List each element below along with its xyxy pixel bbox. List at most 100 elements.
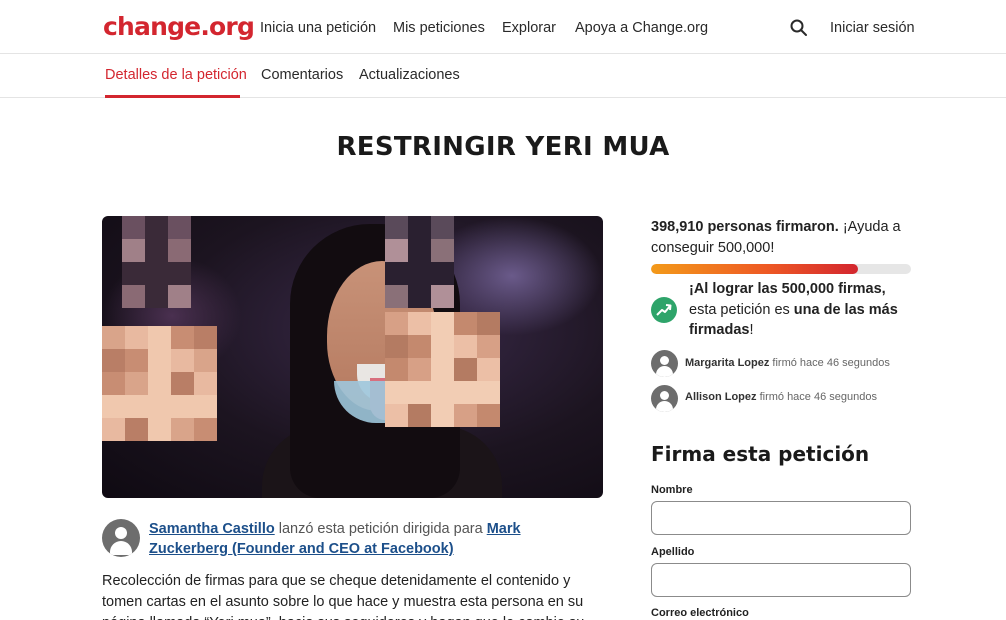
pixelated-hand-block [385,262,408,285]
search-icon[interactable] [790,19,808,37]
pixelated-hand-block [408,312,431,335]
pixelated-hand-block [408,381,431,404]
pixelated-hand-block [122,239,145,262]
pixelated-hand-block [431,262,454,285]
pixelated-hand-block [125,418,148,441]
pixelated-hand-block [385,404,408,427]
pixelated-hand-block [171,326,194,349]
pixelated-hand-block [408,239,431,262]
nav-my-petitions[interactable]: Mis peticiones [393,20,485,36]
starter-text: lanzó esta petición dirigida para [278,521,483,537]
petition-photo [102,216,603,498]
pixelated-hand-block [408,285,431,308]
pixelated-hand-block [431,381,454,404]
pixelated-hand-block [102,349,125,372]
pixelated-hand-block [385,335,408,358]
recent-signer: Allison Lopez firmó hace 46 segundos [685,391,877,403]
pixelated-hand-block [385,239,408,262]
signer-avatar [651,385,678,412]
recent-signer: Margarita Lopez firmó hace 46 segundos [685,357,890,369]
pixelated-hand-block [122,216,145,239]
petition-title: RESTRINGIR YERI MUA [336,132,670,162]
pixelated-hand-block [194,326,217,349]
pixelated-hand-block [194,372,217,395]
pixelated-hand-block [477,358,500,381]
pixelated-hand-block [431,216,454,239]
pixelated-hand-block [168,262,191,285]
nav-explore[interactable]: Explorar [502,20,556,36]
pixelated-hand-block [194,395,217,418]
pixelated-hand-block [408,335,431,358]
pixelated-hand-block [431,285,454,308]
pixelated-hand-block [454,358,477,381]
signature-count-number: 398,910 personas firmaron. [651,219,839,235]
pixelated-hand-block [168,239,191,262]
pixelated-hand-block [477,335,500,358]
pixelated-hand-block [385,312,408,335]
pixelated-hand-block [194,418,217,441]
pixelated-hand-block [171,418,194,441]
pixelated-hand-block [102,395,125,418]
pixelated-hand-block [125,326,148,349]
pixelated-hand-block [168,216,191,239]
top-header: change.org Inicia una petición Mis petic… [0,0,1006,54]
first-name-field[interactable] [651,501,911,535]
pixelated-hand-block [148,395,171,418]
trend-middle-text: esta petición es [689,301,790,318]
signature-progress-bar [651,264,911,274]
pixelated-hand-block [145,262,168,285]
first-name-label: Nombre [651,484,693,496]
pixelated-hand-block [122,285,145,308]
last-name-field[interactable] [651,563,911,597]
pixelated-hand-block [477,404,500,427]
pixelated-hand-block [148,326,171,349]
signature-count: 398,910 personas firmaron. ¡Ayuda a cons… [651,217,911,259]
signer-name: Margarita Lopez [685,357,770,369]
trend-end-text: ! [749,322,754,338]
starter-avatar [102,519,140,557]
login-link[interactable]: Iniciar sesión [830,20,915,36]
pixelated-hand-block [171,349,194,372]
change-org-logo[interactable]: change.org [103,12,255,41]
trending-message: ¡Al lograr las 500,000 firmas, esta peti… [689,279,914,341]
tab-updates[interactable]: Actualizaciones [359,67,460,83]
pixelated-hand-block [148,349,171,372]
pixelated-hand-block [454,335,477,358]
pixelated-hand-block [477,312,500,335]
tab-details[interactable]: Detalles de la petición [105,67,247,83]
pixelated-hand-block [431,335,454,358]
trend-goal-text: ¡Al lograr las 500,000 firmas, [689,281,886,297]
pixelated-hand-block [168,285,191,308]
pixelated-hand-block [145,216,168,239]
signer-name: Allison Lopez [685,391,757,403]
nav-support[interactable]: Apoya a Change.org [575,20,708,36]
pixelated-hand-block [385,285,408,308]
pixelated-hand-block [194,349,217,372]
pixelated-hand-block [408,404,431,427]
tab-comments[interactable]: Comentarios [261,67,343,83]
pixelated-hand-block [385,381,408,404]
active-tab-indicator [105,95,240,98]
pixelated-hand-block [454,381,477,404]
petition-description: Recolección de firmas para que se cheque… [102,573,584,620]
signer-time: firmó hace 46 segundos [759,391,877,403]
pixelated-hand-block [102,326,125,349]
nav-start-petition[interactable]: Inicia una petición [260,20,376,36]
last-name-label: Apellido [651,546,695,558]
pixelated-hand-block [477,381,500,404]
pixelated-hand-block [408,358,431,381]
signer-avatar [651,350,678,377]
pixelated-hand-block [171,395,194,418]
signer-time: firmó hace 46 segundos [772,357,890,369]
pixelated-hand-block [125,349,148,372]
pixelated-hand-block [148,418,171,441]
pixelated-hand-block [148,372,171,395]
pixelated-hand-block [145,285,168,308]
pixelated-hand-block [102,372,125,395]
starter-name-link[interactable]: Samantha Castillo [149,521,275,537]
sign-form-title: Firma esta petición [651,442,870,466]
pixelated-hand-block [454,312,477,335]
email-label: Correo electrónico [651,607,749,619]
pixelated-hand-block [385,216,408,239]
pixelated-hand-block [431,312,454,335]
